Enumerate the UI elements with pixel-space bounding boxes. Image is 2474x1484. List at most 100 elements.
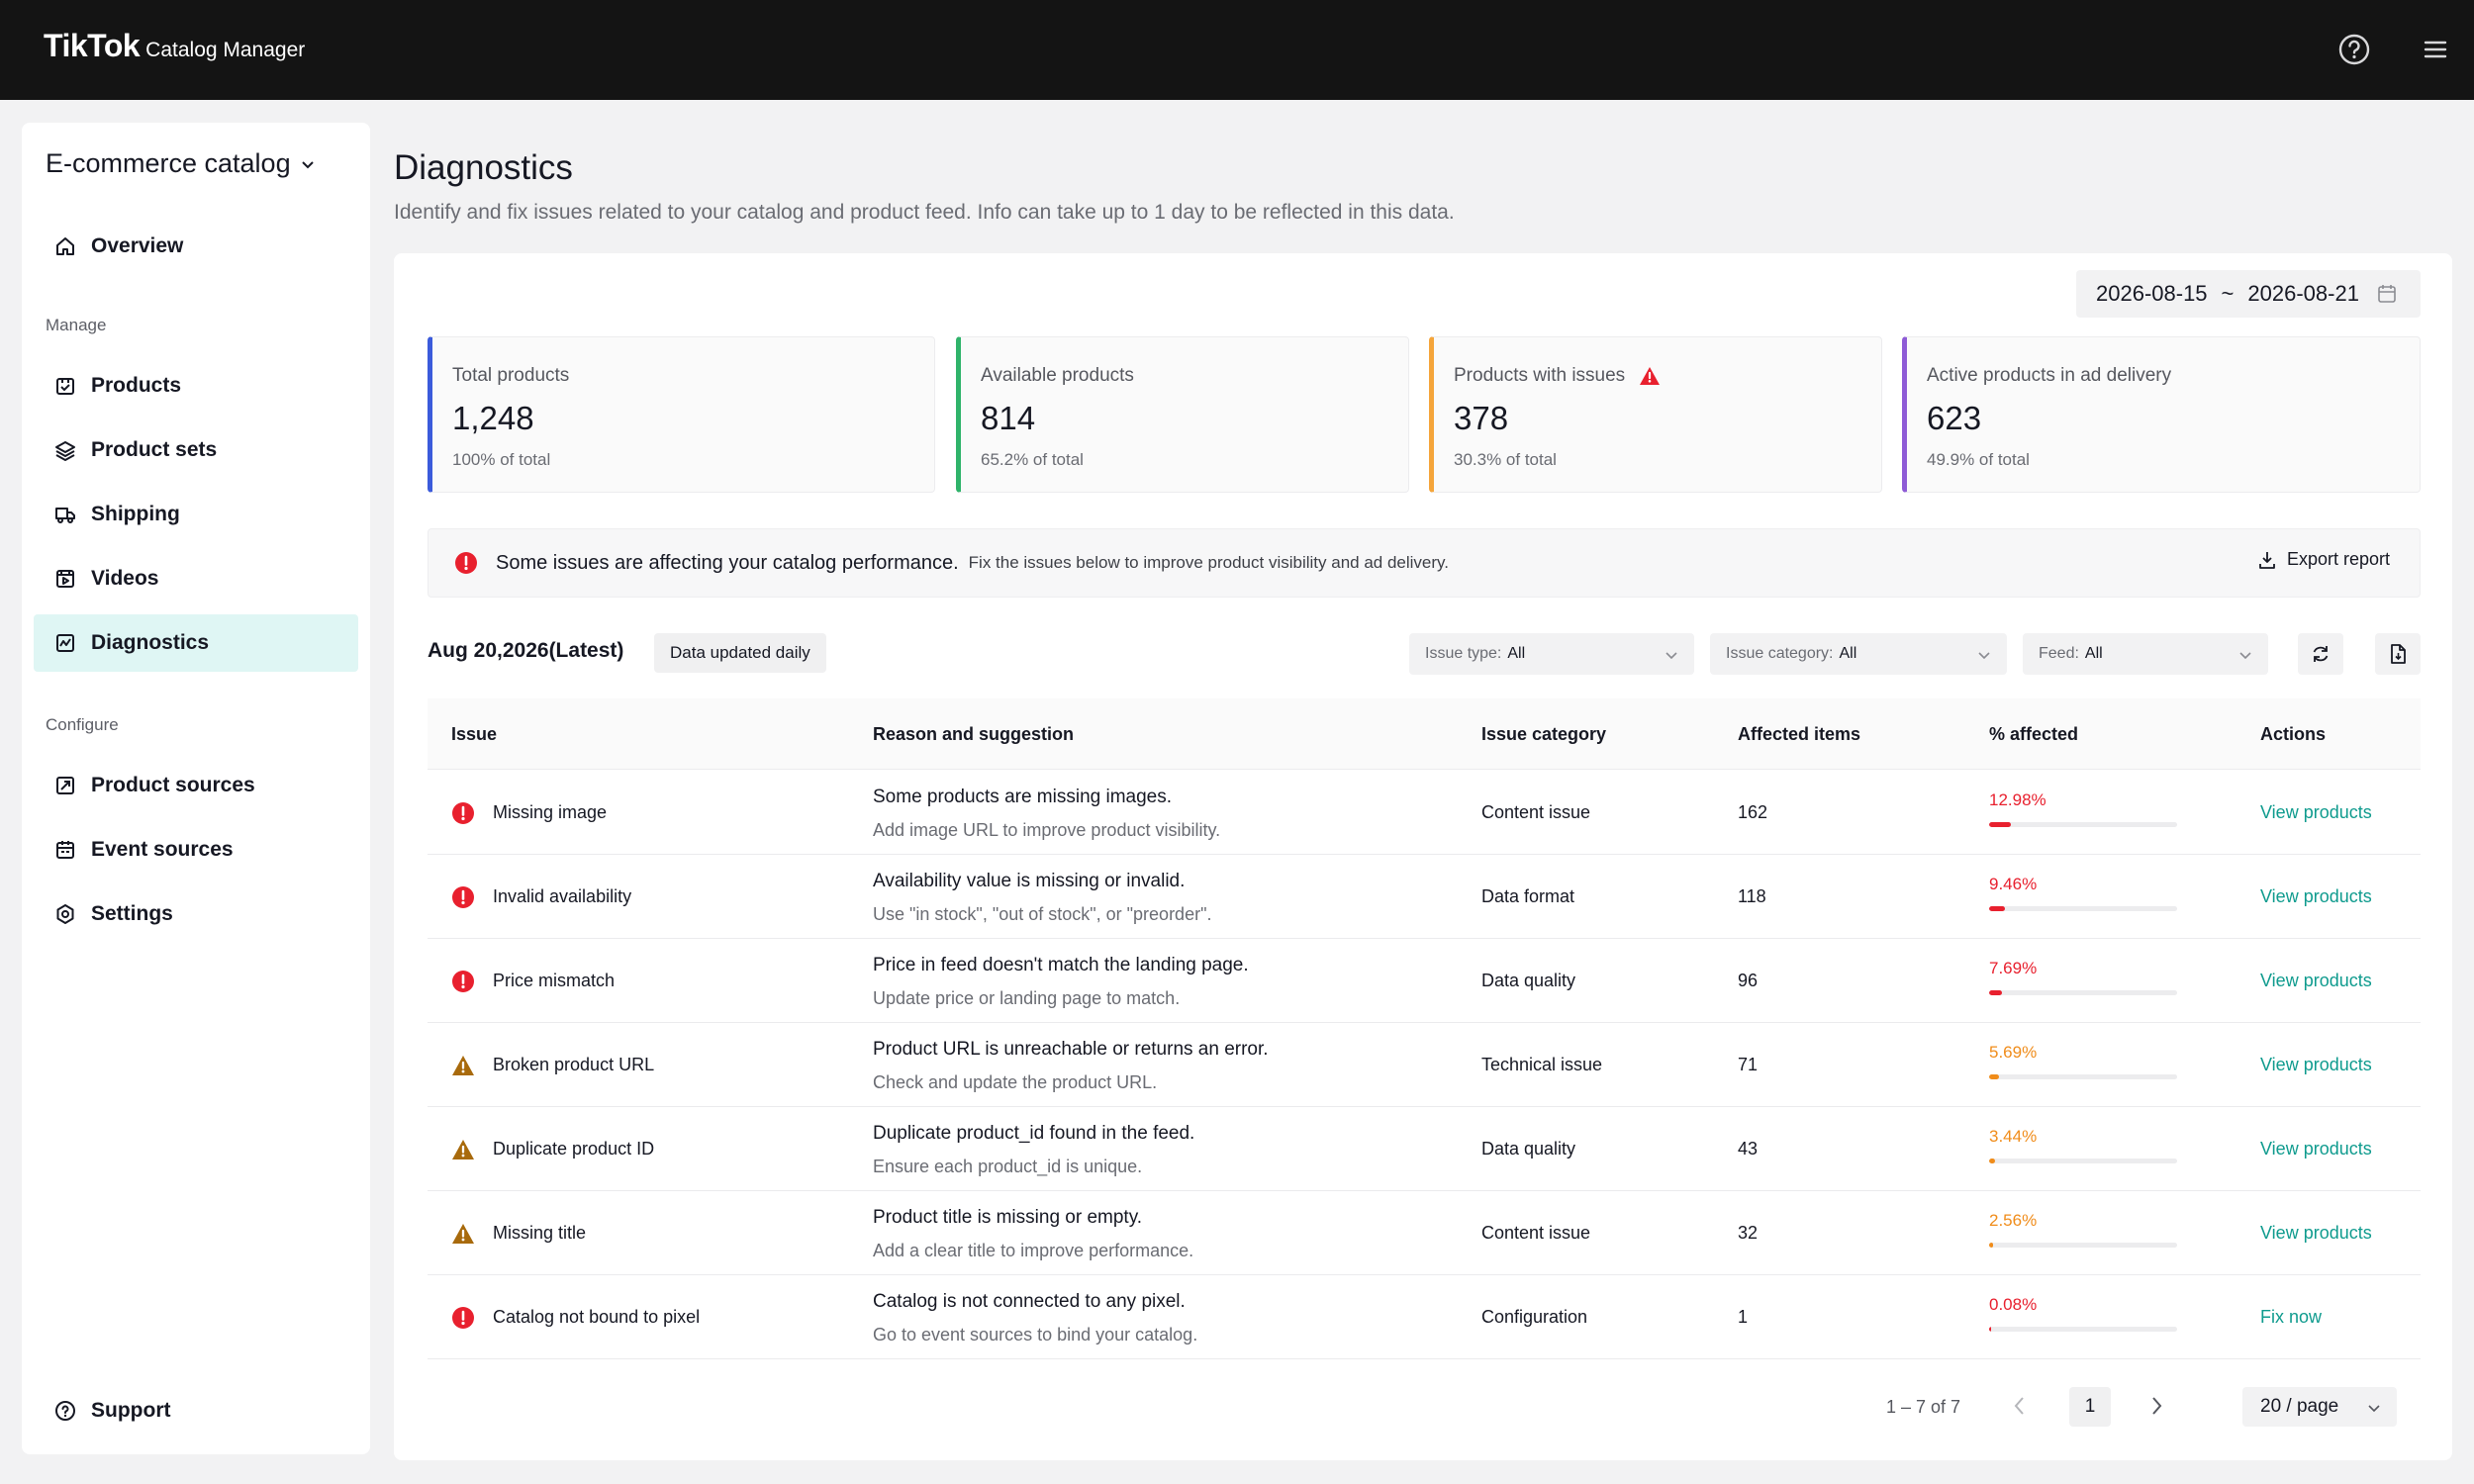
table-row: Catalog not bound to pixel Catalog is not… <box>428 1275 2421 1359</box>
alert-banner: Some issues are affecting your catalog p… <box>428 528 2421 598</box>
previous-page-icon[interactable] <box>2009 1393 2031 1419</box>
next-page-icon[interactable] <box>2145 1393 2167 1419</box>
calendar-icon <box>2378 285 2396 303</box>
sidebar-item-support[interactable]: Support <box>34 1382 358 1439</box>
refresh-button[interactable] <box>2298 633 2343 675</box>
home-icon <box>56 237 74 255</box>
current-page-button[interactable]: 1 <box>2069 1387 2111 1427</box>
issue-name: Invalid availability <box>493 886 632 906</box>
sidebar: E-commerce catalog Overview Manage Produ… <box>22 123 370 1454</box>
chevron-down-icon <box>1978 652 1990 660</box>
feed-filter[interactable]: Feed: All <box>2023 633 2268 675</box>
row-action-link[interactable]: View products <box>2260 1107 2372 1191</box>
metric-subtext: 100% of total <box>452 450 551 469</box>
metric-label: Products with issues <box>1454 365 1626 386</box>
download-icon <box>2259 551 2275 569</box>
issue-category: Data format <box>1481 886 1575 906</box>
data-date-label: Aug 20,2026(Latest) <box>428 639 624 662</box>
diagnostics-card: 2026-08-15 ~ 2026-08-21 Total products 1… <box>394 253 2452 1460</box>
percent-text: 0.08% <box>1989 1295 2038 1314</box>
column-header-affected: Affected items <box>1738 724 1861 744</box>
issue-name: Missing image <box>493 802 608 822</box>
reason-text: Duplicate product_id found in the feed. <box>873 1123 1195 1144</box>
metric-subtext: 49.9% of total <box>1927 450 2030 469</box>
row-action-link[interactable]: Fix now <box>2260 1275 2322 1359</box>
sidebar-item-product-sources[interactable]: Product sources <box>34 757 358 814</box>
row-action-link[interactable]: View products <box>2260 1191 2372 1275</box>
reason-cell: Duplicate product_id found in the feed. E… <box>873 1123 1194 1177</box>
percent-affected: 3.44% <box>1989 1127 2177 1163</box>
issue-category: Technical issue <box>1481 1055 1603 1074</box>
percent-bar-fill <box>1989 1243 1994 1248</box>
date-range-picker[interactable]: 2026-08-15 ~ 2026-08-21 <box>2076 270 2421 318</box>
sidebar-item-products[interactable]: Products <box>34 357 358 415</box>
percent-affected: 0.08% <box>1989 1295 2177 1332</box>
source-icon <box>56 777 74 794</box>
column-header-reason: Reason and suggestion <box>873 724 1075 744</box>
row-action-link[interactable]: View products <box>2260 939 2372 1023</box>
issue-category-filter[interactable]: Issue category: All <box>1710 633 2007 675</box>
affected-items: 96 <box>1738 971 1759 990</box>
issue-category: Content issue <box>1481 1223 1591 1243</box>
download-report-button[interactable] <box>2375 633 2421 675</box>
table-header: Issue Reason and suggestion Issue catego… <box>428 698 2421 770</box>
chevron-down-icon <box>1665 652 1677 660</box>
sidebar-item-product-sets[interactable]: Product sets <box>34 421 358 479</box>
reason-text: Availability value is missing or invalid… <box>873 871 1186 891</box>
issue-type-filter[interactable]: Issue type: All <box>1409 633 1694 675</box>
column-header-issue: Issue <box>451 724 498 744</box>
table-row: Invalid availability Availability value i… <box>428 855 2421 939</box>
sidebar-item-label: Event sources <box>91 838 234 861</box>
sidebar-item-diagnostics[interactable]: Diagnostics <box>34 614 358 672</box>
reason-text: Product title is missing or empty. <box>873 1207 1143 1228</box>
sidebar-item-shipping[interactable]: Shipping <box>34 486 358 543</box>
filter-label: Feed: <box>2039 645 2079 662</box>
export-label: Export report <box>2286 549 2390 569</box>
suggestion-text: Add image URL to improve product visibil… <box>873 820 1221 840</box>
suggestion-text: Ensure each product_id is unique. <box>873 1157 1143 1176</box>
reason-cell: Price in feed doesn't match the landing … <box>873 955 1249 1009</box>
percent-bar-fill <box>1989 1327 1991 1332</box>
export-report-button[interactable]: Export report <box>2257 549 2390 570</box>
percent-bar-track <box>1989 1074 2177 1079</box>
sidebar-item-label: Support <box>91 1399 171 1422</box>
app-logo[interactable]: TikTok Catalog Manager <box>44 28 305 64</box>
row-action-link[interactable]: View products <box>2260 855 2372 939</box>
metric-value: 623 <box>1927 400 1982 436</box>
support-icon <box>55 1401 75 1421</box>
suggestion-text: Add a clear title to improve performance… <box>873 1241 1194 1260</box>
percent-bar-track <box>1989 906 2177 911</box>
affected-items: 1 <box>1738 1307 1749 1327</box>
issue-name: Broken product URL <box>493 1055 655 1074</box>
date-end: 2026-08-21 <box>2247 281 2359 306</box>
percent-text: 3.44% <box>1989 1127 2038 1146</box>
sidebar-item-label: Overview <box>91 234 184 257</box>
suggestion-text: Check and update the product URL. <box>873 1072 1158 1092</box>
row-action-link[interactable]: View products <box>2260 771 2372 855</box>
sidebar-item-videos[interactable]: Videos <box>34 550 358 607</box>
row-action-link[interactable]: View products <box>2260 1023 2372 1107</box>
reason-text: Catalog is not connected to any pixel. <box>873 1291 1186 1312</box>
menu-icon[interactable] <box>2417 31 2454 68</box>
sidebar-item-overview[interactable]: Overview <box>34 218 358 275</box>
reason-cell: Product URL is unreachable or returns an… <box>873 1039 1269 1093</box>
issue-name: Missing title <box>493 1223 587 1243</box>
page-size-select[interactable]: 20 / page <box>2242 1387 2397 1427</box>
percent-bar-track <box>1989 990 2177 995</box>
suggestion-text: Update price or landing page to match. <box>873 988 1181 1008</box>
help-icon[interactable] <box>2335 31 2373 68</box>
percent-text: 12.98% <box>1989 790 2046 809</box>
sidebar-item-label: Product sources <box>91 774 255 796</box>
nav-section-manage: Manage <box>46 316 107 334</box>
sidebar-item-settings[interactable]: Settings <box>34 885 358 943</box>
catalog-name: E-commerce catalog <box>46 148 291 178</box>
products-icon <box>56 378 74 395</box>
error-icon <box>452 1306 474 1329</box>
table-row: Price mismatch Price in feed doesn't matc… <box>428 939 2421 1023</box>
alert-title: Some issues are affecting your catalog p… <box>496 551 959 574</box>
sidebar-item-label: Diagnostics <box>91 631 210 654</box>
sidebar-item-event-sources[interactable]: Event sources <box>34 821 358 879</box>
data-updated-badge: Data updated daily <box>654 633 826 673</box>
catalog-switcher[interactable]: E-commerce catalog <box>46 148 317 179</box>
error-icon <box>455 552 477 574</box>
